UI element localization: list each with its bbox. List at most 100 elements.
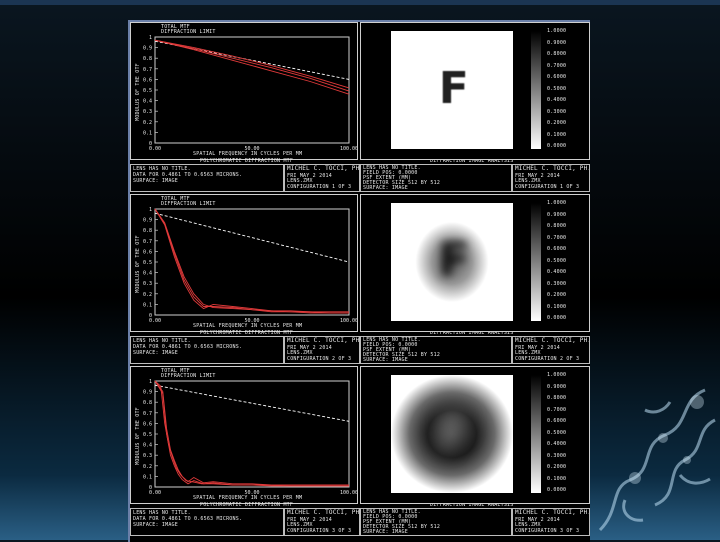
stamp-author: MICHEL C. TOCCI, PH.D. (287, 165, 360, 172)
grayscale-tick-label: 0.5000 (547, 257, 567, 264)
grayscale-tick-label: 0.0000 (547, 487, 567, 493)
plot-info-line: SURFACE: IMAGE (133, 178, 178, 184)
y-tick-label: 0.6 (143, 249, 152, 255)
image-info-box: LENS HAS NO TITLE. FIELD POS: 0.0000 PSF… (360, 336, 512, 364)
plot-stamp-box: MICHEL C. TOCCI, PH.D. FRI MAY 2 2014 LE… (284, 164, 360, 192)
stamp-config: CONFIGURATION 3 OF 3 (287, 528, 352, 534)
stamp-author: MICHEL C. TOCCI, PH.D. (515, 337, 589, 344)
y-tick-label: 0.4 (143, 271, 152, 277)
stamp-author: MICHEL C. TOCCI, PH.D. (515, 165, 589, 172)
y-tick-label: 0.4 (143, 443, 152, 449)
image-analysis-panel: F 1.0000 0.9000 0.8000 0.7000 0.6000 0.5000 0.… (360, 194, 590, 332)
y-tick-label: 0.9 (143, 390, 152, 396)
y-tick-label: 0.7 (143, 411, 152, 417)
stamp-author: MICHEL C. TOCCI, PH.D. (287, 509, 360, 516)
image-info-line: SURFACE: IMAGE (363, 185, 408, 191)
plot-stamp-box: MICHEL C. TOCCI, PH.D. FRI MAY 2 2014 LE… (284, 336, 360, 364)
y-tick-label: 0.3 (143, 281, 152, 287)
plot-info-line: SURFACE: IMAGE (133, 350, 178, 356)
stamp-author: MICHEL C. TOCCI, PH.D. (515, 509, 589, 516)
plot-y-axis-label: MODULUS OF THE OTF (134, 63, 141, 121)
mtf-chart: 10.90.80.70.60.50.40.30.20.100.00 50.00 10… (143, 207, 357, 324)
y-tick-label: 0.2 (143, 464, 152, 470)
plot-area-frame (154, 208, 350, 316)
y-tick-label: 1 (149, 35, 152, 41)
mtf-chart: 10.90.80.70.60.50.40.30.20.100.00 50.00 10… (143, 35, 357, 152)
grayscale-tick-label: 0.8000 (547, 395, 567, 401)
image-stamp-box: MICHEL C. TOCCI, PH.D. FRI MAY 2 2014 LE… (512, 508, 590, 536)
plot-area-frame (154, 380, 350, 488)
grayscale-tick-label: 0.7000 (547, 406, 567, 413)
letter-f-glyph: F (438, 62, 469, 114)
grayscale-tick-label: 0.6000 (547, 418, 567, 424)
mtf-series-line (154, 380, 349, 487)
image-info-line: SURFACE: IMAGE (363, 529, 408, 535)
y-tick-label: 0.9 (143, 218, 152, 224)
y-tick-label: 1 (149, 379, 152, 385)
stamp-config: CONFIGURATION 2 OF 3 (515, 356, 580, 362)
y-tick-label: 0.5 (143, 88, 152, 94)
plot-info-box: LENS HAS NO TITLE. DATA FOR 0.4861 TO 0.… (130, 336, 284, 364)
grayscale-tick-label: 0.7000 (547, 62, 567, 69)
screenshot-frame: 1 0.9 0.8 0.7 0.6 0.5 0.4 0.3 0.2 0.1 0 0.00 50.00 10… (128, 20, 590, 542)
y-tick-label: 0.1 (143, 302, 152, 308)
grayscale-tick-label: 0.6000 (547, 246, 567, 252)
y-tick-label: 0.8 (143, 228, 152, 234)
y-tick-label: 0.7 (143, 67, 152, 73)
plot-info-box: LENS HAS NO TITLE. DATA FOR 0.4861 TO 0.… (130, 164, 284, 192)
grayscale-tick-label: 0.2000 (547, 464, 567, 470)
mtf-series-line (154, 208, 349, 313)
analysis-row: 1 0.9 0.8 0.7 0.6 0.5 0.4 0.3 0.2 0.1 0 0.00 50.00 10… (130, 194, 590, 366)
plot-info-box: LENS HAS NO TITLE. DATA FOR 0.4861 TO 0.… (130, 508, 284, 536)
y-tick-label: 0.5 (143, 260, 152, 266)
image-info-line: SURFACE: IMAGE (363, 357, 408, 363)
mtf-series-line (154, 380, 349, 487)
y-tick-label: 0.5 (143, 432, 152, 438)
mtf-plot-panel: 1 0.9 0.8 0.7 0.6 0.5 0.4 0.3 0.2 0.1 0 0.00 50.00 10… (130, 366, 358, 504)
stamp-config: CONFIGURATION 1 OF 3 (515, 184, 580, 190)
x-tick-label: 100.00 (340, 146, 357, 152)
diffraction-limit-line (154, 384, 350, 422)
stamp-config: CONFIGURATION 1 OF 3 (287, 184, 352, 190)
y-tick-label: 0.9 (143, 46, 152, 52)
x-tick-label: 100.00 (340, 318, 357, 324)
mtf-series-line (154, 208, 349, 314)
stamp-config: CONFIGURATION 3 OF 3 (515, 528, 580, 534)
grayscale-tick-label: 0.1000 (547, 475, 567, 482)
image-stamp-box: MICHEL C. TOCCI, PH.D. FRI MAY 2 2014 LE… (512, 164, 590, 192)
image-info-box: LENS HAS NO TITLE. FIELD POS: 0.0000 PSF… (360, 508, 512, 536)
y-tick-label: 0.8 (143, 400, 152, 406)
grayscale-bar (531, 203, 541, 321)
grayscale-bar (531, 31, 541, 149)
x-tick-label: 100.00 (340, 490, 357, 496)
mtf-chart: 10.90.80.70.60.50.40.30.20.100.00 50.00 10… (143, 379, 357, 496)
grayscale-tick-label: 0.5000 (547, 85, 567, 92)
y-tick-label: 0.1 (143, 474, 152, 480)
psf-image: F (391, 203, 513, 321)
y-tick-label: 0.3 (143, 453, 152, 459)
diffraction-limit-line (154, 212, 350, 263)
grayscale-tick-label: 0.0000 (547, 315, 567, 321)
image-stamp-box: MICHEL C. TOCCI, PH.D. FRI MAY 2 2014 LE… (512, 336, 590, 364)
analysis-row: 1 0.9 0.8 0.7 0.6 0.5 0.4 0.3 0.2 0.1 0 0.00 50.00 10… (130, 22, 590, 194)
plot-header-limit: DIFFRACTION LIMIT (161, 373, 216, 379)
plot-x-axis-label: SPATIAL FREQUENCY IN CYCLES PER MM (193, 323, 303, 329)
x-tick-label: 0.00 (149, 318, 161, 324)
grayscale-tick-label: 0.1000 (547, 131, 567, 138)
letter-f-glyph: F (438, 233, 470, 288)
psf-image: F (391, 31, 513, 149)
plot-y-axis-label: MODULUS OF THE OTF (134, 235, 141, 293)
y-tick-label: 0.2 (143, 292, 152, 298)
grayscale-tick-label: 0.4000 (547, 441, 567, 447)
grayscale-tick-label: 0.2000 (547, 120, 567, 126)
image-analysis-panel: F 1.0000 0.9000 0.8000 0.7000 0.6000 0.5000 0.… (360, 22, 590, 160)
grayscale-tick-label: 0.3000 (547, 280, 567, 287)
mtf-plot-panel: 1 0.9 0.8 0.7 0.6 0.5 0.4 0.3 0.2 0.1 0 0.00 50.00 10… (130, 194, 358, 332)
plot-area-frame (154, 36, 350, 144)
y-tick-label: 0.8 (143, 56, 152, 62)
stamp-config: CONFIGURATION 2 OF 3 (287, 356, 352, 362)
psf-image: F (391, 375, 513, 493)
y-tick-label: 1 (149, 207, 152, 213)
plot-header-limit: DIFFRACTION LIMIT (161, 29, 216, 35)
y-tick-label: 0.6 (143, 421, 152, 427)
